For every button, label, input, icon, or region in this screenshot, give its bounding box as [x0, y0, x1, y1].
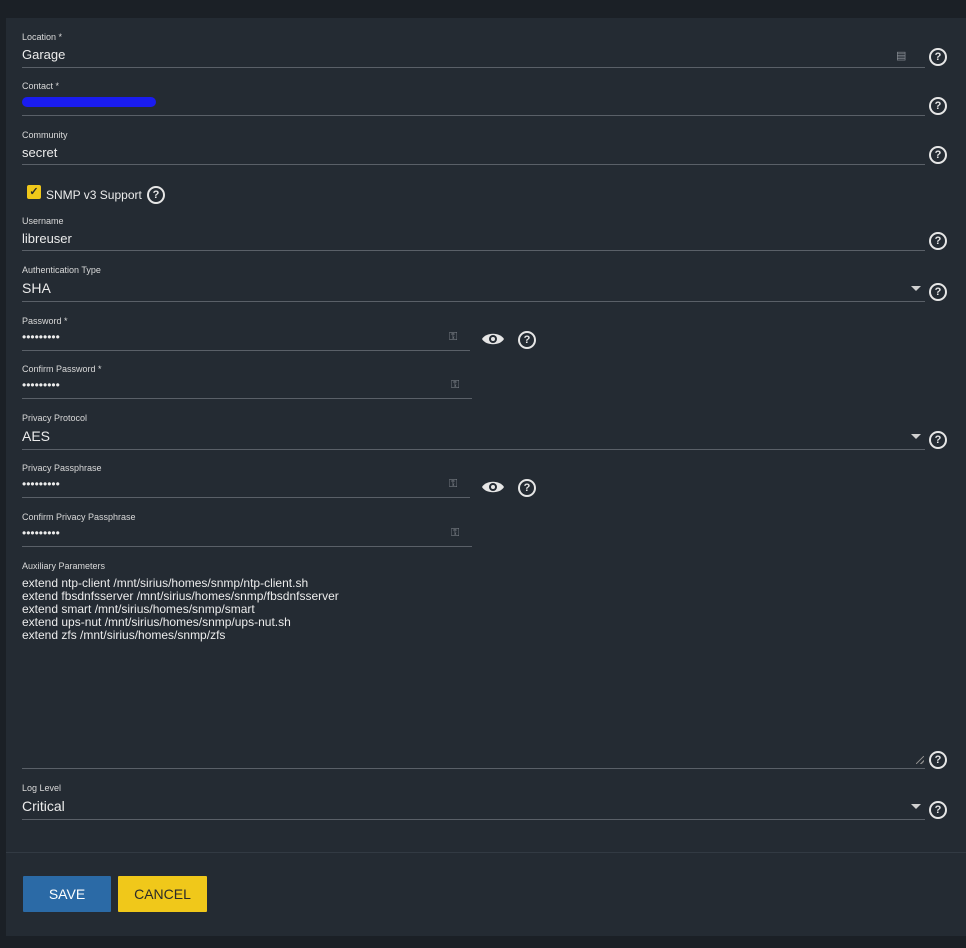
privacy-protocol-select[interactable]: Privacy Protocol AES: [22, 413, 925, 450]
location-underline: [22, 67, 925, 68]
privacy-passphrase-help-icon[interactable]: ?: [518, 479, 536, 497]
aux-params-textarea[interactable]: extend ntp-client /mnt/sirius/homes/snmp…: [22, 577, 339, 642]
location-input[interactable]: Garage: [22, 47, 65, 62]
snmp-v3-checkbox[interactable]: ✓: [27, 185, 41, 199]
snmp-v3-help-icon[interactable]: ?: [147, 186, 165, 204]
password-help-icon[interactable]: ?: [518, 331, 536, 349]
contact-underline: [22, 115, 925, 116]
auth-type-help-icon[interactable]: ?: [929, 283, 947, 301]
contact-help-icon[interactable]: ?: [929, 97, 947, 115]
password-input[interactable]: •••••••••: [22, 330, 60, 344]
confirm-password-underline: [22, 398, 472, 399]
cancel-button[interactable]: CANCEL: [118, 876, 207, 912]
privacy-protocol-help-icon[interactable]: ?: [929, 431, 947, 449]
confirm-password-field[interactable]: Confirm Password * ••••••••• ⚿: [22, 364, 472, 400]
username-input[interactable]: libreuser: [22, 231, 72, 246]
privacy-passphrase-field[interactable]: Privacy Passphrase ••••••••• ⚿: [22, 463, 470, 499]
aux-params-label: Auxiliary Parameters: [22, 561, 106, 571]
log-level-label: Log Level: [22, 783, 62, 793]
auth-type-value[interactable]: SHA: [22, 280, 51, 296]
aux-params-help-icon[interactable]: ?: [929, 751, 947, 769]
confirm-password-input[interactable]: •••••••••: [22, 378, 60, 392]
chevron-down-icon[interactable]: [911, 286, 921, 291]
username-field[interactable]: Username libreuser: [22, 216, 925, 252]
chevron-down-icon[interactable]: [911, 434, 921, 439]
location-label: Location *: [22, 32, 63, 42]
chevron-down-icon[interactable]: [911, 804, 921, 809]
log-level-underline: [22, 819, 925, 820]
community-underline: [22, 164, 925, 165]
eye-icon[interactable]: [481, 331, 505, 347]
privacy-protocol-underline: [22, 449, 925, 450]
snmp-settings-form: Location * Garage ▤ ? Contact * ? Commun…: [6, 18, 966, 936]
community-label: Community: [22, 130, 68, 140]
privacy-protocol-label: Privacy Protocol: [22, 413, 88, 423]
confirm-privacy-passphrase-label: Confirm Privacy Passphrase: [22, 512, 136, 522]
privacy-passphrase-input[interactable]: •••••••••: [22, 477, 60, 491]
top-bar: [0, 0, 966, 18]
confirm-privacy-passphrase-field[interactable]: Confirm Privacy Passphrase ••••••••• ⚿: [22, 512, 472, 548]
privacy-passphrase-underline: [22, 497, 470, 498]
auth-type-select[interactable]: Authentication Type SHA: [22, 265, 925, 302]
confirm-privacy-passphrase-input[interactable]: •••••••••: [22, 526, 60, 540]
location-help-icon[interactable]: ?: [929, 48, 947, 66]
key-icon: ⚿: [449, 331, 458, 343]
key-icon: ⚿: [451, 379, 460, 391]
auth-type-label: Authentication Type: [22, 265, 101, 275]
privacy-protocol-value[interactable]: AES: [22, 428, 50, 444]
log-level-help-icon[interactable]: ?: [929, 801, 947, 819]
contact-field[interactable]: Contact *: [22, 81, 925, 117]
password-underline: [22, 350, 470, 351]
password-label: Password *: [22, 316, 68, 326]
password-field[interactable]: Password * ••••••••• ⚿: [22, 316, 470, 352]
key-icon: ⚿: [451, 527, 460, 539]
snmp-v3-label: SNMP v3 Support: [46, 188, 142, 202]
contact-label: Contact *: [22, 81, 60, 91]
save-button[interactable]: SAVE: [23, 876, 111, 912]
privacy-passphrase-label: Privacy Passphrase: [22, 463, 102, 473]
location-field[interactable]: Location * Garage ▤: [22, 32, 925, 68]
auth-type-underline: [22, 301, 925, 302]
aux-params-underline: [22, 768, 925, 769]
community-input[interactable]: secret: [22, 145, 57, 160]
username-label: Username: [22, 216, 64, 226]
redaction-mark: [22, 97, 156, 107]
community-field[interactable]: Community secret: [22, 130, 925, 166]
card-icon: ▤: [896, 50, 907, 62]
confirm-privacy-passphrase-underline: [22, 546, 472, 547]
eye-icon[interactable]: [481, 479, 505, 495]
key-icon: ⚿: [449, 478, 458, 490]
log-level-value[interactable]: Critical: [22, 798, 65, 814]
username-underline: [22, 250, 925, 251]
confirm-password-label: Confirm Password *: [22, 364, 102, 374]
community-help-icon[interactable]: ?: [929, 146, 947, 164]
footer-divider: [6, 852, 966, 853]
log-level-select[interactable]: Log Level Critical: [22, 783, 925, 820]
resize-handle[interactable]: [916, 756, 924, 764]
username-help-icon[interactable]: ?: [929, 232, 947, 250]
